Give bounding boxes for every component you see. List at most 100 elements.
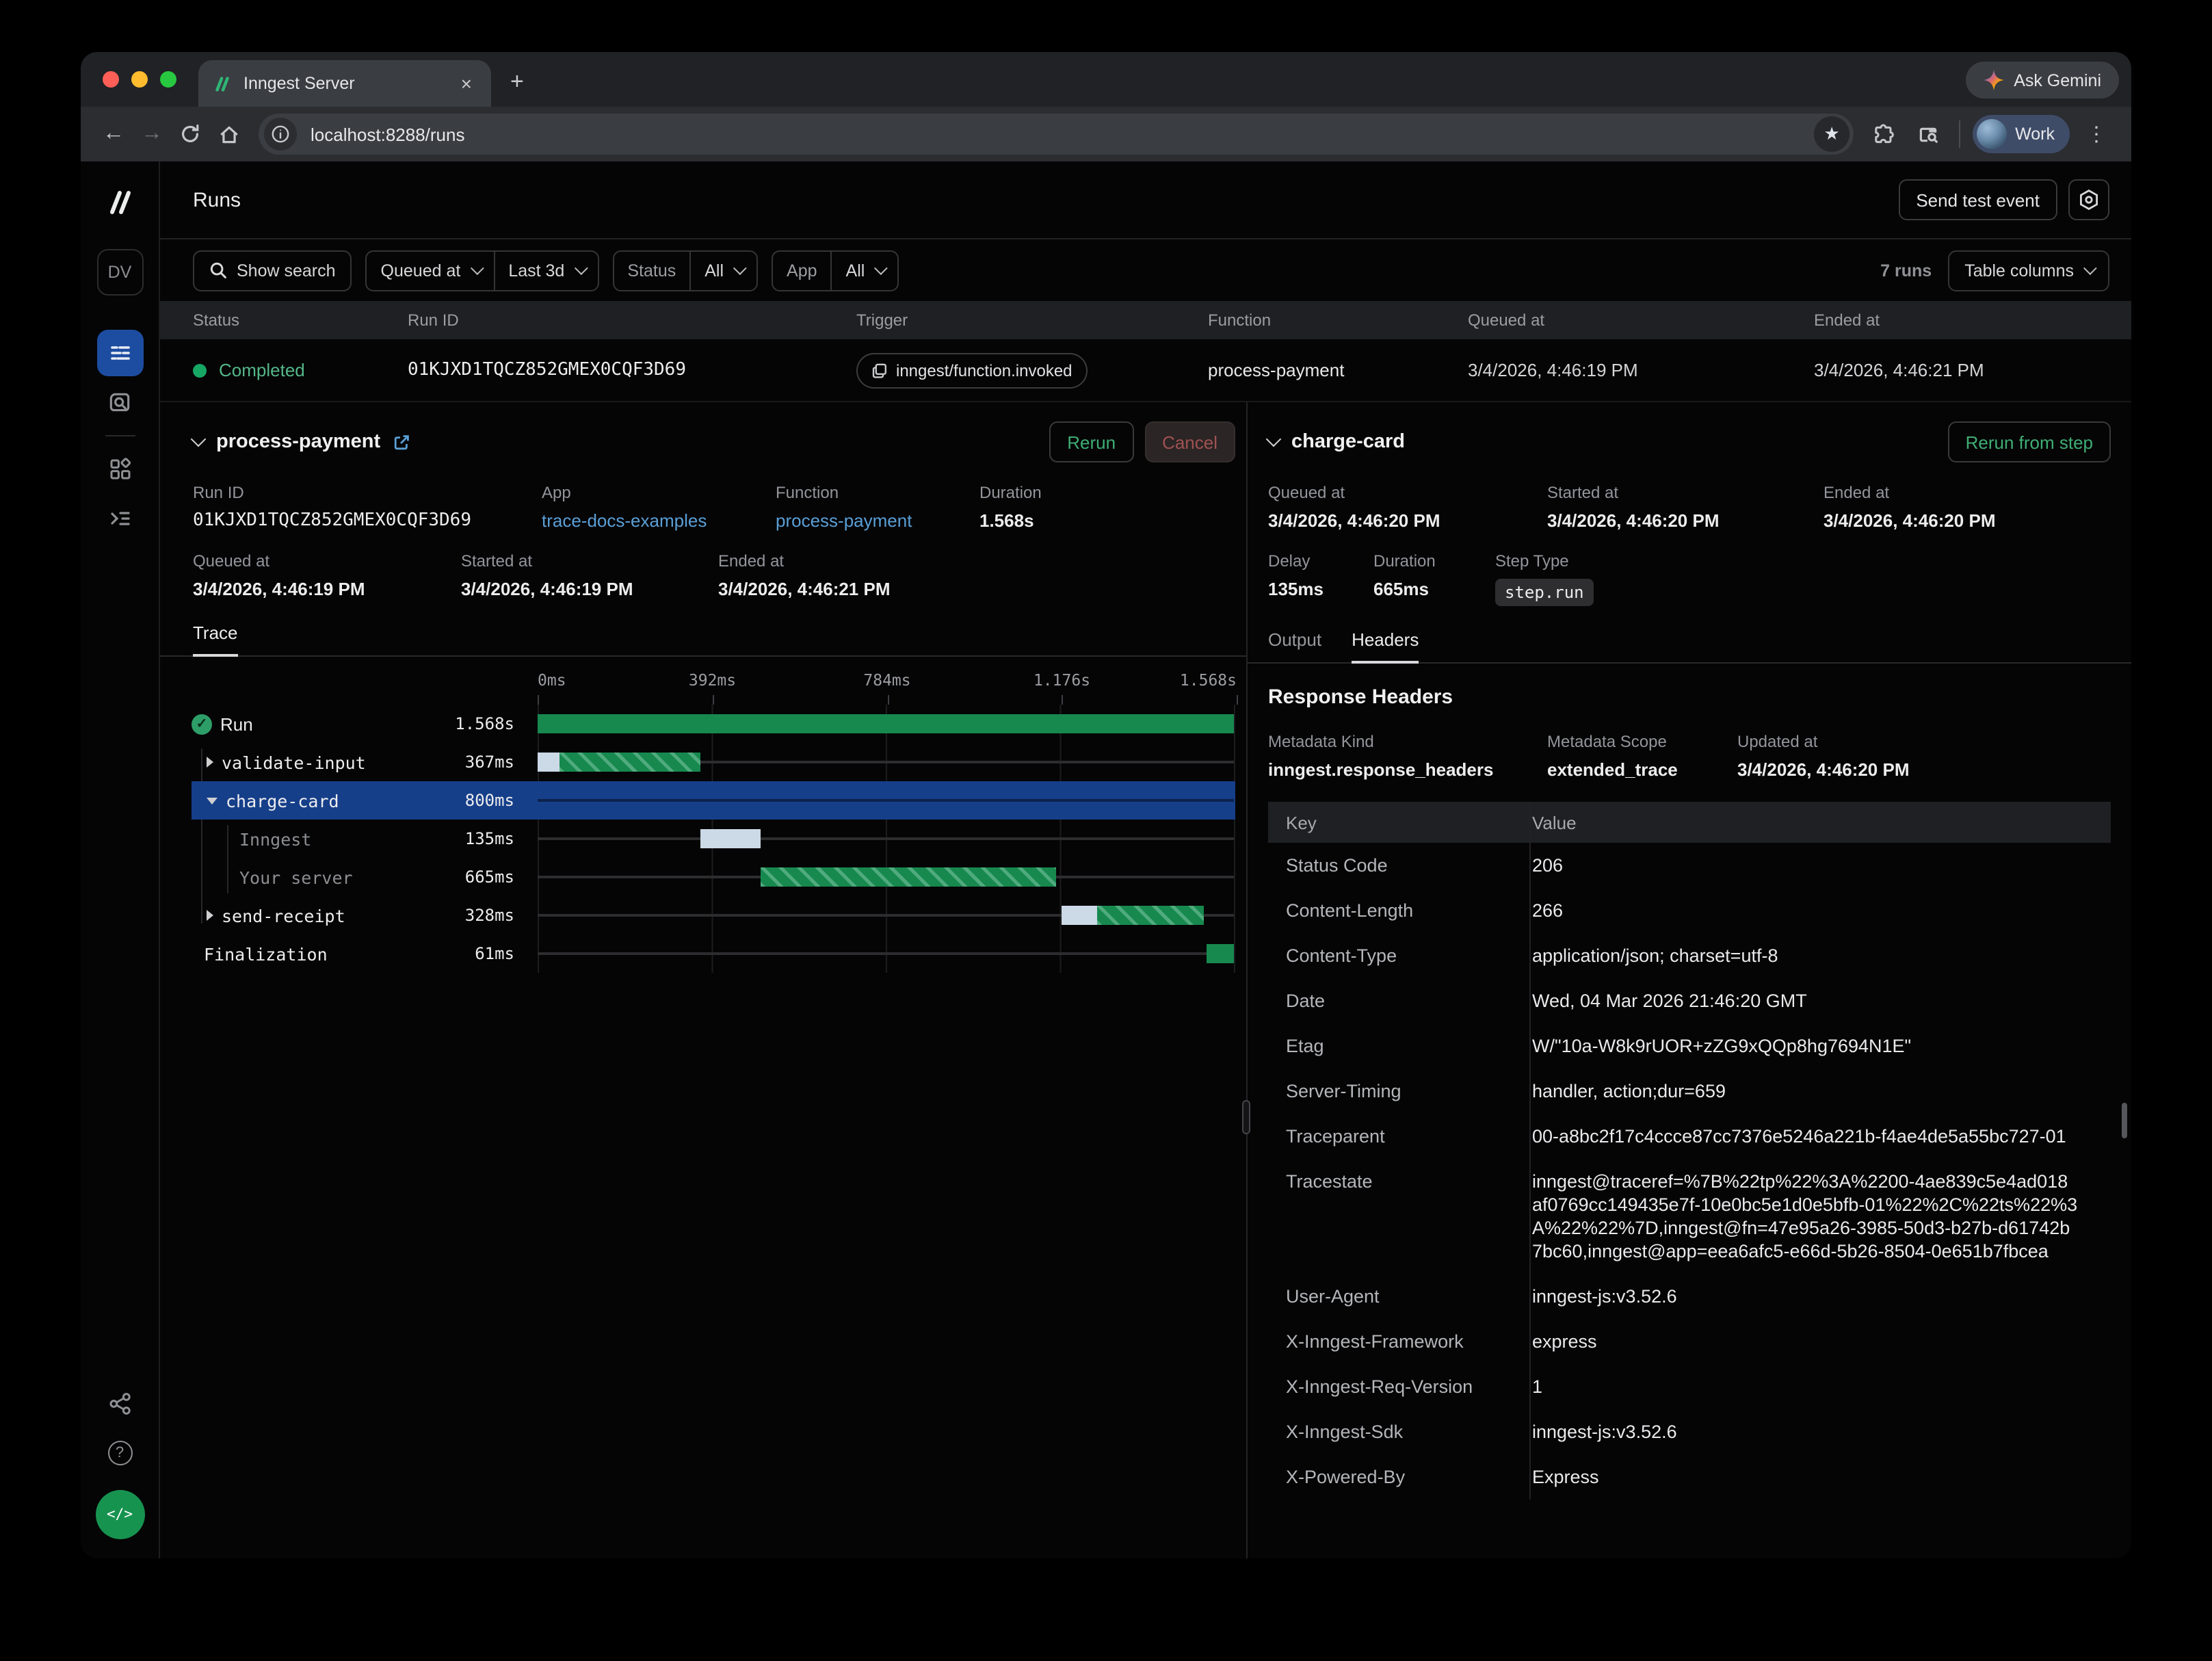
trace-step-name: Inngest bbox=[239, 828, 311, 849]
sidebar-divider bbox=[105, 435, 135, 436]
trace-bar-lane bbox=[538, 820, 1235, 858]
url-bar[interactable]: localhost:8288/runs ★ bbox=[259, 114, 1854, 155]
back-button[interactable]: ← bbox=[94, 115, 133, 153]
app-filter-label: App bbox=[773, 251, 831, 289]
row-chevron-icon[interactable] bbox=[207, 910, 213, 921]
cancel-button[interactable]: Cancel bbox=[1144, 421, 1235, 462]
tab-strip: Inngest Server × + Ask Gemini bbox=[81, 52, 2131, 107]
step-duration-value: 665ms bbox=[1373, 579, 1495, 599]
trace-track-line bbox=[538, 837, 1234, 840]
step-title: charge-card bbox=[1291, 431, 1405, 453]
step-detail-panel: charge-card Rerun from step Queued at3/4… bbox=[1248, 402, 2131, 1558]
settings-button[interactable] bbox=[2068, 179, 2109, 220]
sidebar-item-terminal[interactable] bbox=[96, 495, 143, 542]
header-value: inngest-js:v3.52.6 bbox=[1532, 1285, 2111, 1308]
run-detail-tabs: Trace bbox=[160, 623, 1246, 657]
tab-headers[interactable]: Headers bbox=[1352, 629, 1419, 662]
url-text[interactable]: localhost:8288/runs bbox=[311, 124, 1814, 144]
screenshot-stage: Inngest Server × + Ask Gemini bbox=[0, 0, 2212, 1661]
tab-output[interactable]: Output bbox=[1268, 629, 1321, 662]
header-row: Tracestate inngest@traceref=%7B%22tp%22%… bbox=[1268, 1159, 2111, 1274]
new-tab-button[interactable]: + bbox=[510, 68, 524, 96]
collapse-chevron-icon[interactable] bbox=[191, 432, 207, 447]
profile-chip[interactable]: Work bbox=[1973, 115, 2070, 153]
status-filter-dropdown[interactable]: All bbox=[691, 251, 756, 289]
trace-bar-segment-hatch bbox=[1096, 906, 1203, 925]
home-button[interactable] bbox=[209, 115, 248, 153]
col-function: Function bbox=[1208, 311, 1468, 330]
trace-row[interactable]: ✓ Run 1.568s bbox=[192, 705, 1235, 743]
sidebar-item-apps[interactable] bbox=[96, 446, 143, 493]
forward-button[interactable]: → bbox=[133, 115, 171, 153]
window-controls[interactable] bbox=[103, 71, 176, 88]
ended-at-cell: 3/4/2026, 4:46:21 PM bbox=[1814, 360, 2131, 380]
browser-tab[interactable]: Inngest Server × bbox=[198, 60, 491, 107]
header-row: Status Code 206 bbox=[1268, 843, 2111, 888]
scrollbar-thumb[interactable] bbox=[2122, 1103, 2127, 1138]
queued-at-dropdown[interactable]: Queued at bbox=[367, 251, 494, 289]
app-link[interactable]: trace-docs-examples bbox=[542, 510, 776, 531]
external-link-icon[interactable] bbox=[393, 433, 410, 451]
trace-row[interactable]: ✓ Finalization 61ms bbox=[192, 934, 1235, 973]
profile-label: Work bbox=[2015, 125, 2055, 144]
col-run-id: Run ID bbox=[408, 311, 856, 330]
headers-table: Key Value Status Code 206 bbox=[1268, 802, 2111, 1500]
sidebar-item-search[interactable] bbox=[96, 379, 143, 426]
header-row: Server-Timing handler, action;dur=659 bbox=[1268, 1069, 2111, 1114]
trace-axis: 0ms 392ms bbox=[160, 670, 1246, 705]
row-chevron-icon[interactable] bbox=[207, 757, 213, 768]
bookmark-star-icon[interactable]: ★ bbox=[1814, 116, 1849, 152]
panel-resize-handle[interactable] bbox=[1242, 1100, 1250, 1134]
trace-bar-lane bbox=[538, 896, 1235, 934]
collapse-chevron-icon[interactable] bbox=[1266, 432, 1282, 447]
rerun-button[interactable]: Rerun bbox=[1049, 421, 1133, 462]
function-link[interactable]: process-payment bbox=[776, 510, 979, 531]
ask-gemini-button[interactable]: Ask Gemini bbox=[1966, 62, 2119, 99]
help-icon[interactable]: ? bbox=[96, 1430, 143, 1476]
site-info-icon[interactable] bbox=[264, 118, 297, 151]
col-ended-at: Ended at bbox=[1814, 311, 2131, 330]
header-key: Server-Timing bbox=[1268, 1080, 1532, 1103]
tab-trace[interactable]: Trace bbox=[193, 623, 238, 655]
share-icon[interactable] bbox=[96, 1381, 143, 1427]
send-test-event-button[interactable]: Send test event bbox=[1898, 179, 2057, 220]
trace-row[interactable]: ✓ charge-card 800ms bbox=[192, 781, 1235, 820]
extensions-icon[interactable] bbox=[1865, 115, 1903, 153]
trace-row[interactable]: ✓ Your server 665ms bbox=[192, 858, 1235, 896]
trace-row[interactable]: ✓ Inngest 135ms bbox=[192, 820, 1235, 858]
row-chevron-icon[interactable] bbox=[207, 797, 218, 804]
reload-button[interactable] bbox=[171, 115, 209, 153]
maximize-window-button[interactable] bbox=[160, 71, 176, 88]
trace-step-duration: 665ms bbox=[427, 867, 514, 887]
step-fields-row-2: Delay135ms Duration665ms Step Typestep.r… bbox=[1268, 551, 2111, 606]
close-window-button[interactable] bbox=[103, 71, 119, 88]
dev-code-button[interactable]: </> bbox=[95, 1490, 144, 1539]
trigger-pill[interactable]: inngest/function.invoked bbox=[856, 352, 1088, 388]
axis-tick-mark bbox=[538, 695, 539, 705]
trace-step-duration: 135ms bbox=[427, 829, 514, 848]
app-filter-dropdown[interactable]: All bbox=[832, 251, 898, 289]
show-search-label: Show search bbox=[237, 261, 336, 280]
minimize-window-button[interactable] bbox=[131, 71, 148, 88]
trace-step-duration: 328ms bbox=[427, 906, 514, 925]
table-columns-dropdown[interactable]: Table columns bbox=[1948, 250, 2109, 291]
rerun-from-step-button[interactable]: Rerun from step bbox=[1948, 421, 2111, 462]
tab-search-icon[interactable] bbox=[1908, 115, 1947, 153]
trace-waterfall: 0ms 392ms bbox=[160, 670, 1246, 973]
run-id-cell: 01KJXD1TQCZ852GMEX0CQF3D69 bbox=[408, 360, 856, 380]
time-range-dropdown[interactable]: Last 3d bbox=[495, 251, 597, 289]
trace-step-name: Run bbox=[220, 714, 253, 734]
browser-menu-icon[interactable]: ⋮ bbox=[2075, 122, 2118, 146]
show-search-button[interactable]: Show search bbox=[193, 250, 352, 291]
axis-tick-mark bbox=[887, 695, 888, 705]
sidebar-item-runs[interactable] bbox=[96, 330, 143, 376]
env-badge[interactable]: DV bbox=[96, 249, 143, 296]
status-filter: Status All bbox=[612, 250, 758, 291]
trace-bar-segment-hatch bbox=[761, 867, 1056, 887]
trace-bar-lane bbox=[538, 934, 1235, 973]
trace-row[interactable]: ✓ validate-input 367ms bbox=[192, 743, 1235, 781]
run-table-row[interactable]: Completed 01KJXD1TQCZ852GMEX0CQF3D69 inn… bbox=[160, 339, 2131, 402]
trace-row[interactable]: ✓ send-receipt 328ms bbox=[192, 896, 1235, 934]
axis-tick-label: 1.176s bbox=[1033, 670, 1090, 690]
close-tab-icon[interactable]: × bbox=[456, 71, 477, 96]
